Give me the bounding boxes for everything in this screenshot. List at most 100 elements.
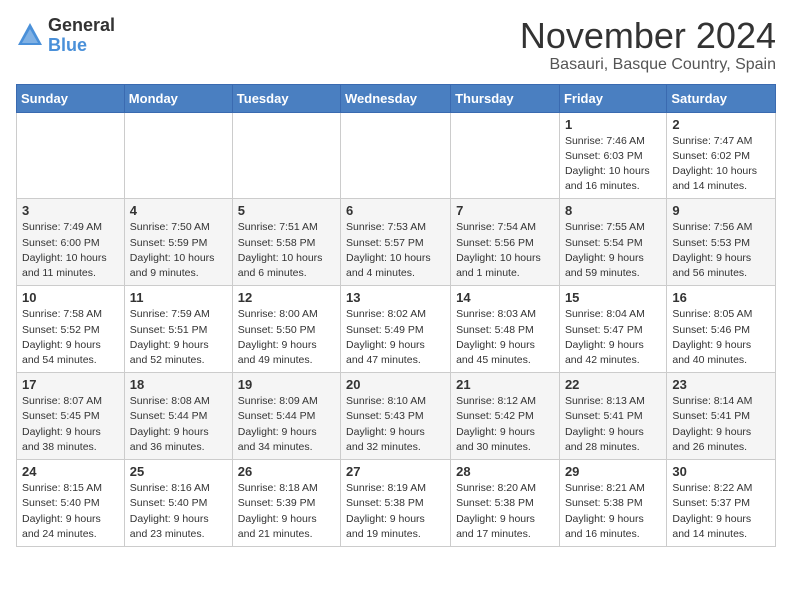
day-info: Sunrise: 7:46 AM Sunset: 6:03 PM Dayligh… xyxy=(565,134,661,195)
day-number: 28 xyxy=(456,464,554,479)
day-info: Sunrise: 8:12 AM Sunset: 5:42 PM Dayligh… xyxy=(456,394,554,455)
logo-icon xyxy=(16,21,44,49)
logo: General Blue xyxy=(16,16,115,54)
day-number: 14 xyxy=(456,290,554,305)
calendar-cell: 18 Sunrise: 8:08 AM Sunset: 5:44 PM Dayli… xyxy=(124,373,232,460)
calendar-cell: 30 Sunrise: 8:22 AM Sunset: 5:37 PM Dayli… xyxy=(667,460,776,547)
calendar-cell: 29Sunrise: 8:21 AM Sunset: 5:38 PM Dayli… xyxy=(559,460,666,547)
day-number: 16 xyxy=(672,290,770,305)
day-number: 2 xyxy=(672,117,770,132)
day-info: Sunrise: 7:56 AM Sunset: 5:53 PM Dayligh… xyxy=(672,220,770,281)
day-number: 3 xyxy=(22,203,119,218)
day-info: Sunrise: 7:49 AM Sunset: 6:00 PM Dayligh… xyxy=(22,220,119,281)
calendar-cell: 24Sunrise: 8:15 AM Sunset: 5:40 PM Dayli… xyxy=(17,460,125,547)
weekday-header: Friday xyxy=(559,84,666,112)
day-info: Sunrise: 8:02 AM Sunset: 5:49 PM Dayligh… xyxy=(346,307,445,368)
weekday-header-row: SundayMondayTuesdayWednesdayThursdayFrid… xyxy=(17,84,776,112)
calendar-cell: 14 Sunrise: 8:03 AM Sunset: 5:48 PM Dayli… xyxy=(451,286,560,373)
month-title: November 2024 xyxy=(520,16,776,56)
day-info: Sunrise: 8:03 AM Sunset: 5:48 PM Dayligh… xyxy=(456,307,554,368)
day-info: Sunrise: 7:51 AM Sunset: 5:58 PM Dayligh… xyxy=(238,220,335,281)
day-number: 7 xyxy=(456,203,554,218)
calendar-cell: 8 Sunrise: 7:55 AM Sunset: 5:54 PM Daylig… xyxy=(559,199,666,286)
day-number: 4 xyxy=(130,203,227,218)
weekday-header: Wednesday xyxy=(341,84,451,112)
calendar-week-row: 24Sunrise: 8:15 AM Sunset: 5:40 PM Dayli… xyxy=(17,460,776,547)
day-info: Sunrise: 7:47 AM Sunset: 6:02 PM Dayligh… xyxy=(672,134,770,195)
location-title: Basauri, Basque Country, Spain xyxy=(520,56,776,74)
calendar-cell: 11 Sunrise: 7:59 AM Sunset: 5:51 PM Dayli… xyxy=(124,286,232,373)
day-info: Sunrise: 8:22 AM Sunset: 5:37 PM Dayligh… xyxy=(672,481,770,542)
calendar-cell xyxy=(232,112,340,199)
day-info: Sunrise: 7:58 AM Sunset: 5:52 PM Dayligh… xyxy=(22,307,119,368)
calendar-cell: 19 Sunrise: 8:09 AM Sunset: 5:44 PM Dayli… xyxy=(232,373,340,460)
day-info: Sunrise: 8:07 AM Sunset: 5:45 PM Dayligh… xyxy=(22,394,119,455)
day-number: 19 xyxy=(238,377,335,392)
weekday-header: Thursday xyxy=(451,84,560,112)
calendar-cell: 17 Sunrise: 8:07 AM Sunset: 5:45 PM Dayli… xyxy=(17,373,125,460)
calendar-table: SundayMondayTuesdayWednesdayThursdayFrid… xyxy=(16,84,776,547)
day-number: 6 xyxy=(346,203,445,218)
calendar-week-row: 10 Sunrise: 7:58 AM Sunset: 5:52 PM Dayli… xyxy=(17,286,776,373)
calendar-cell: 7 Sunrise: 7:54 AM Sunset: 5:56 PM Daylig… xyxy=(451,199,560,286)
calendar-cell: 21 Sunrise: 8:12 AM Sunset: 5:42 PM Dayli… xyxy=(451,373,560,460)
calendar-cell: 20Sunrise: 8:10 AM Sunset: 5:43 PM Dayli… xyxy=(341,373,451,460)
day-number: 5 xyxy=(238,203,335,218)
day-info: Sunrise: 8:15 AM Sunset: 5:40 PM Dayligh… xyxy=(22,481,119,542)
calendar-cell: 4Sunrise: 7:50 AM Sunset: 5:59 PM Daylig… xyxy=(124,199,232,286)
calendar-cell: 25Sunrise: 8:16 AM Sunset: 5:40 PM Dayli… xyxy=(124,460,232,547)
calendar-cell: 2 Sunrise: 7:47 AM Sunset: 6:02 PM Daylig… xyxy=(667,112,776,199)
day-info: Sunrise: 8:09 AM Sunset: 5:44 PM Dayligh… xyxy=(238,394,335,455)
day-number: 18 xyxy=(130,377,227,392)
calendar-cell xyxy=(451,112,560,199)
weekday-header: Monday xyxy=(124,84,232,112)
calendar-cell: 6 Sunrise: 7:53 AM Sunset: 5:57 PM Daylig… xyxy=(341,199,451,286)
day-number: 13 xyxy=(346,290,445,305)
day-number: 12 xyxy=(238,290,335,305)
day-info: Sunrise: 8:18 AM Sunset: 5:39 PM Dayligh… xyxy=(238,481,335,542)
weekday-header: Saturday xyxy=(667,84,776,112)
day-info: Sunrise: 7:55 AM Sunset: 5:54 PM Dayligh… xyxy=(565,220,661,281)
title-area: November 2024 Basauri, Basque Country, S… xyxy=(520,16,776,74)
calendar-cell: 27 Sunrise: 8:19 AM Sunset: 5:38 PM Dayli… xyxy=(341,460,451,547)
day-info: Sunrise: 8:04 AM Sunset: 5:47 PM Dayligh… xyxy=(565,307,661,368)
day-info: Sunrise: 8:20 AM Sunset: 5:38 PM Dayligh… xyxy=(456,481,554,542)
day-info: Sunrise: 8:05 AM Sunset: 5:46 PM Dayligh… xyxy=(672,307,770,368)
day-info: Sunrise: 8:14 AM Sunset: 5:41 PM Dayligh… xyxy=(672,394,770,455)
calendar-week-row: 3 Sunrise: 7:49 AM Sunset: 6:00 PM Daylig… xyxy=(17,199,776,286)
calendar-week-row: 17 Sunrise: 8:07 AM Sunset: 5:45 PM Dayli… xyxy=(17,373,776,460)
day-number: 15 xyxy=(565,290,661,305)
calendar-cell: 28 Sunrise: 8:20 AM Sunset: 5:38 PM Dayli… xyxy=(451,460,560,547)
calendar-cell: 3 Sunrise: 7:49 AM Sunset: 6:00 PM Daylig… xyxy=(17,199,125,286)
calendar-cell: 5 Sunrise: 7:51 AM Sunset: 5:58 PM Daylig… xyxy=(232,199,340,286)
calendar-cell: 23 Sunrise: 8:14 AM Sunset: 5:41 PM Dayli… xyxy=(667,373,776,460)
calendar-cell xyxy=(341,112,451,199)
weekday-header: Tuesday xyxy=(232,84,340,112)
logo-blue: Blue xyxy=(48,36,115,54)
day-info: Sunrise: 7:54 AM Sunset: 5:56 PM Dayligh… xyxy=(456,220,554,281)
weekday-header: Sunday xyxy=(17,84,125,112)
day-number: 27 xyxy=(346,464,445,479)
day-number: 23 xyxy=(672,377,770,392)
day-number: 22 xyxy=(565,377,661,392)
day-info: Sunrise: 8:21 AM Sunset: 5:38 PM Dayligh… xyxy=(565,481,661,542)
day-number: 8 xyxy=(565,203,661,218)
calendar-cell: 15 Sunrise: 8:04 AM Sunset: 5:47 PM Dayli… xyxy=(559,286,666,373)
day-info: Sunrise: 8:19 AM Sunset: 5:38 PM Dayligh… xyxy=(346,481,445,542)
day-number: 11 xyxy=(130,290,227,305)
day-info: Sunrise: 8:13 AM Sunset: 5:41 PM Dayligh… xyxy=(565,394,661,455)
day-number: 21 xyxy=(456,377,554,392)
calendar-cell: 9Sunrise: 7:56 AM Sunset: 5:53 PM Daylig… xyxy=(667,199,776,286)
calendar-week-row: 1Sunrise: 7:46 AM Sunset: 6:03 PM Daylig… xyxy=(17,112,776,199)
calendar-cell: 12 Sunrise: 8:00 AM Sunset: 5:50 PM Dayli… xyxy=(232,286,340,373)
day-info: Sunrise: 8:08 AM Sunset: 5:44 PM Dayligh… xyxy=(130,394,227,455)
calendar-cell: 13 Sunrise: 8:02 AM Sunset: 5:49 PM Dayli… xyxy=(341,286,451,373)
day-info: Sunrise: 7:53 AM Sunset: 5:57 PM Dayligh… xyxy=(346,220,445,281)
day-number: 10 xyxy=(22,290,119,305)
calendar-cell: 10 Sunrise: 7:58 AM Sunset: 5:52 PM Dayli… xyxy=(17,286,125,373)
day-info: Sunrise: 8:00 AM Sunset: 5:50 PM Dayligh… xyxy=(238,307,335,368)
day-info: Sunrise: 7:59 AM Sunset: 5:51 PM Dayligh… xyxy=(130,307,227,368)
day-number: 17 xyxy=(22,377,119,392)
day-number: 25 xyxy=(130,464,227,479)
day-number: 30 xyxy=(672,464,770,479)
